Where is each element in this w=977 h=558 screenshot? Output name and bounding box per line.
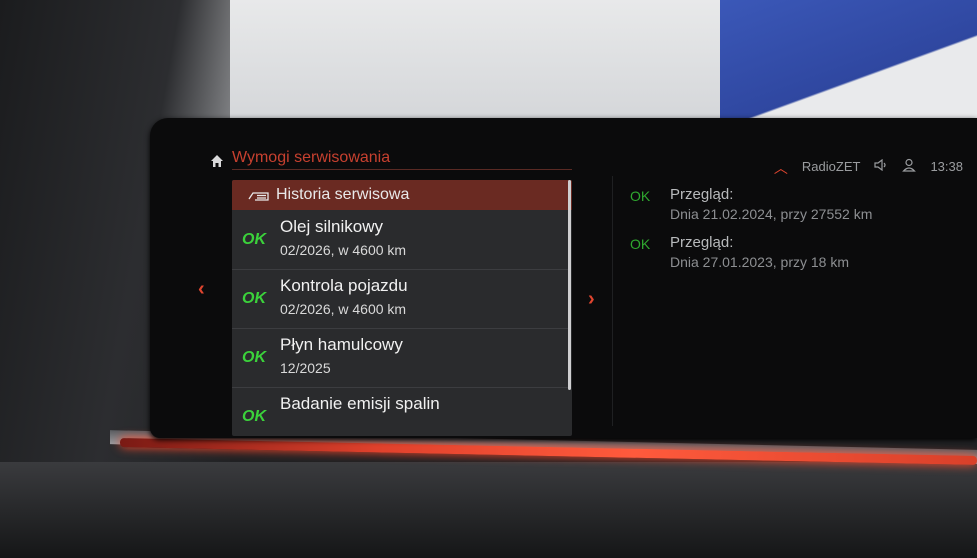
list-item[interactable]: OK Kontrola pojazdu 02/2026, w 4600 km — [232, 270, 568, 329]
list-item[interactable]: OK Płyn hamulcowy 12/2025 — [232, 329, 568, 388]
status-ok: OK — [242, 290, 266, 307]
dashboard-lower — [0, 462, 977, 558]
chevron-left-icon[interactable]: ‹ — [198, 278, 205, 301]
infotainment-screen: Wymogi serwisowania ︿ RadioZET 13:38 ‹ ›… — [150, 118, 977, 438]
service-list: Historia serwisowa OK Olej silnikowy 02/… — [232, 180, 572, 436]
home-icon[interactable] — [210, 154, 224, 168]
status-ok: OK — [242, 349, 266, 366]
clock: 13:38 — [930, 158, 963, 174]
detail-date: Dnia 27.01.2023, przy 18 km — [670, 254, 849, 270]
list-item[interactable]: OK Badanie emisji spalin — [232, 388, 568, 436]
list-scrollbar[interactable] — [568, 180, 571, 390]
status-bar: ︿ RadioZET 13:38 — [774, 156, 963, 176]
status-ok: OK — [630, 188, 651, 204]
panel-divider — [612, 176, 613, 426]
detail-entry: OK Przegląd: Dnia 21.02.2024, przy 27552… — [620, 184, 970, 232]
status-ok: OK — [242, 231, 266, 248]
item-detail: 12/2025 — [280, 360, 331, 376]
status-ok: OK — [242, 408, 266, 425]
service-history-button[interactable]: Historia serwisowa — [232, 180, 572, 210]
radio-station[interactable]: RadioZET — [802, 159, 861, 174]
item-name: Badanie emisji spalin — [280, 394, 440, 413]
page-title: Wymogi serwisowania — [232, 149, 391, 166]
background-flag — [720, 0, 977, 120]
title-divider — [232, 169, 572, 170]
detail-entry: OK Przegląd: Dnia 27.01.2023, przy 18 km — [620, 232, 970, 280]
service-details-panel: OK Przegląd: Dnia 21.02.2024, przy 27552… — [620, 184, 970, 280]
status-ok: OK — [630, 236, 651, 252]
list-item[interactable]: OK Olej silnikowy 02/2026, w 4600 km — [232, 211, 568, 270]
chevron-right-icon[interactable]: › — [588, 288, 595, 311]
user-icon[interactable] — [902, 158, 917, 175]
detail-label: Przegląd: — [670, 234, 734, 251]
item-detail: 02/2026, w 4600 km — [280, 301, 407, 317]
item-detail: 02/2026, w 4600 km — [280, 242, 407, 258]
speaker-icon[interactable] — [874, 158, 888, 174]
caret-up-icon[interactable]: ︿ — [774, 158, 788, 178]
item-name: Kontrola pojazdu — [280, 276, 408, 295]
detail-date: Dnia 21.02.2024, przy 27552 km — [670, 206, 873, 222]
detail-label: Przegląd: — [670, 186, 734, 203]
service-history-label: Historia serwisowa — [276, 186, 410, 203]
service-history-icon — [248, 189, 270, 201]
item-name: Płyn hamulcowy — [280, 335, 403, 354]
item-name: Olej silnikowy — [280, 217, 383, 236]
